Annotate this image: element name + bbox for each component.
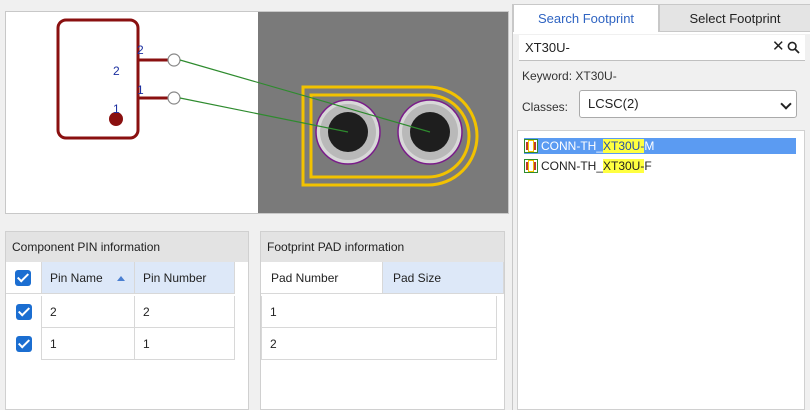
result-suffix: M [644, 139, 655, 153]
tab-underline [513, 32, 810, 34]
pad-info-panel: Footprint PAD information Pad Number Pad… [260, 231, 505, 410]
footprint-search-panel: Search Footprint Select Footprint ✕ Keyw… [512, 4, 810, 410]
pad-panel-title: Footprint PAD information [261, 232, 504, 262]
footprint-results-list: CONN-TH_XT30U-M CONN-TH_XT30U-F [517, 130, 805, 410]
pin-name-cell: 2 [41, 296, 135, 328]
list-item[interactable]: CONN-TH_XT30U-M [524, 138, 796, 154]
footprint-icon [524, 138, 538, 153]
pad-size-column-header[interactable]: Pad Size [383, 262, 504, 294]
row-checkbox[interactable] [16, 304, 32, 320]
keyword-value: XT30U- [575, 69, 617, 83]
table-row[interactable]: 2 2 [6, 296, 248, 328]
pin-2-number: 2 [137, 43, 144, 57]
pad-number-cell: 1 [261, 296, 497, 328]
pin-2-endpoint [167, 53, 181, 67]
pin-2-label: 2 [113, 64, 120, 78]
pin-1-label: 1 [113, 102, 120, 116]
tab-select-footprint[interactable]: Select Footprint [659, 4, 810, 32]
result-suffix: F [644, 159, 652, 173]
classes-select[interactable]: LCSC(2) [579, 90, 797, 118]
select-all-header [6, 262, 42, 294]
pin-1-endpoint [167, 91, 181, 105]
clear-icon[interactable]: ✕ [772, 38, 785, 56]
result-match-highlight: XT30U- [603, 159, 645, 173]
symbol-body [56, 18, 140, 140]
pad-table-header: Pad Number Pad Size [261, 262, 504, 294]
keyword-label: Keyword: XT30U- [522, 69, 617, 83]
preview-canvas: 2 1 2 1 [56, 12, 508, 213]
pin-panel-title: Component PIN information [6, 232, 248, 262]
list-item[interactable]: CONN-TH_XT30U-F [524, 158, 652, 174]
pin-number-cell: 2 [135, 296, 235, 328]
pin-number-column-header[interactable]: Pin Number [135, 262, 235, 294]
pad-number-cell: 2 [261, 328, 497, 360]
table-row[interactable]: 2 [261, 328, 504, 360]
pin-name-cell: 1 [41, 328, 135, 360]
pin-name-header-label: Pin Name [50, 271, 103, 285]
row-checkbox[interactable] [16, 336, 32, 352]
pin-number-header-label: Pin Number [143, 271, 207, 285]
pin-table-header: Pin Name Pin Number [6, 262, 248, 294]
pin-info-panel: Component PIN information Pin Name Pin N… [5, 231, 249, 410]
table-row[interactable]: 1 1 [6, 328, 248, 360]
result-match-highlight: XT30U- [603, 139, 645, 153]
pad-size-header-label: Pad Size [393, 271, 442, 285]
pad-number-column-header[interactable]: Pad Number [261, 262, 383, 294]
search-icon[interactable] [787, 41, 800, 54]
pin-name-column-header[interactable]: Pin Name [42, 262, 135, 294]
classes-selected-value: LCSC(2) [588, 96, 639, 111]
search-input[interactable] [519, 35, 759, 60]
table-row[interactable]: 1 [261, 296, 504, 328]
classes-label: Classes: [522, 100, 569, 114]
result-prefix: CONN-TH_ [541, 159, 603, 173]
sort-ascending-icon [116, 276, 125, 282]
footprint-preview: 2 1 2 1 [5, 11, 509, 214]
select-all-checkbox[interactable] [15, 270, 31, 286]
tab-search-footprint[interactable]: Search Footprint [513, 4, 659, 32]
pin-number-cell: 1 [135, 328, 235, 360]
result-prefix: CONN-TH_ [541, 139, 603, 153]
pad-number-header-label: Pad Number [271, 271, 339, 285]
pin-1-number: 1 [137, 83, 144, 97]
footprint-icon [524, 158, 538, 173]
keyword-label-text: Keyword: [522, 69, 576, 83]
chevron-down-icon [780, 98, 792, 110]
search-box: ✕ [519, 35, 805, 61]
